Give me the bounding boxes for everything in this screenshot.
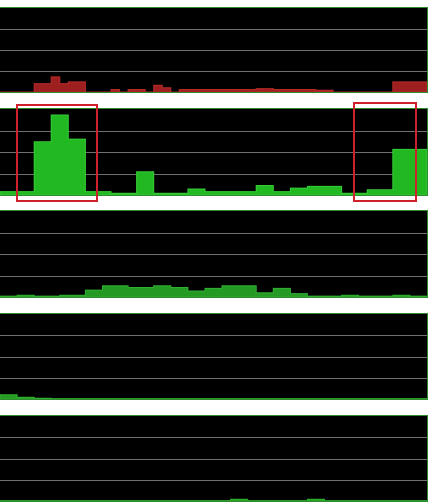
activity-graph-2-plot [0, 114, 427, 195]
activity-graph-1-plot [0, 29, 427, 92]
activity-graph-1 [0, 7, 428, 93]
activity-graph-3 [0, 210, 428, 298]
activity-graph-2 [0, 108, 428, 196]
activity-graph-5-plot [0, 437, 427, 501]
activity-graph-3-area [0, 285, 427, 297]
activity-graph-5 [0, 415, 428, 502]
activity-graph-1-area [0, 76, 427, 92]
activity-graph-2-area [0, 114, 427, 195]
activity-graph-4-plot [0, 335, 427, 399]
activity-graph-4-area [0, 394, 427, 399]
activity-graph-3-plot [0, 233, 427, 297]
activity-graph-4 [0, 313, 428, 400]
